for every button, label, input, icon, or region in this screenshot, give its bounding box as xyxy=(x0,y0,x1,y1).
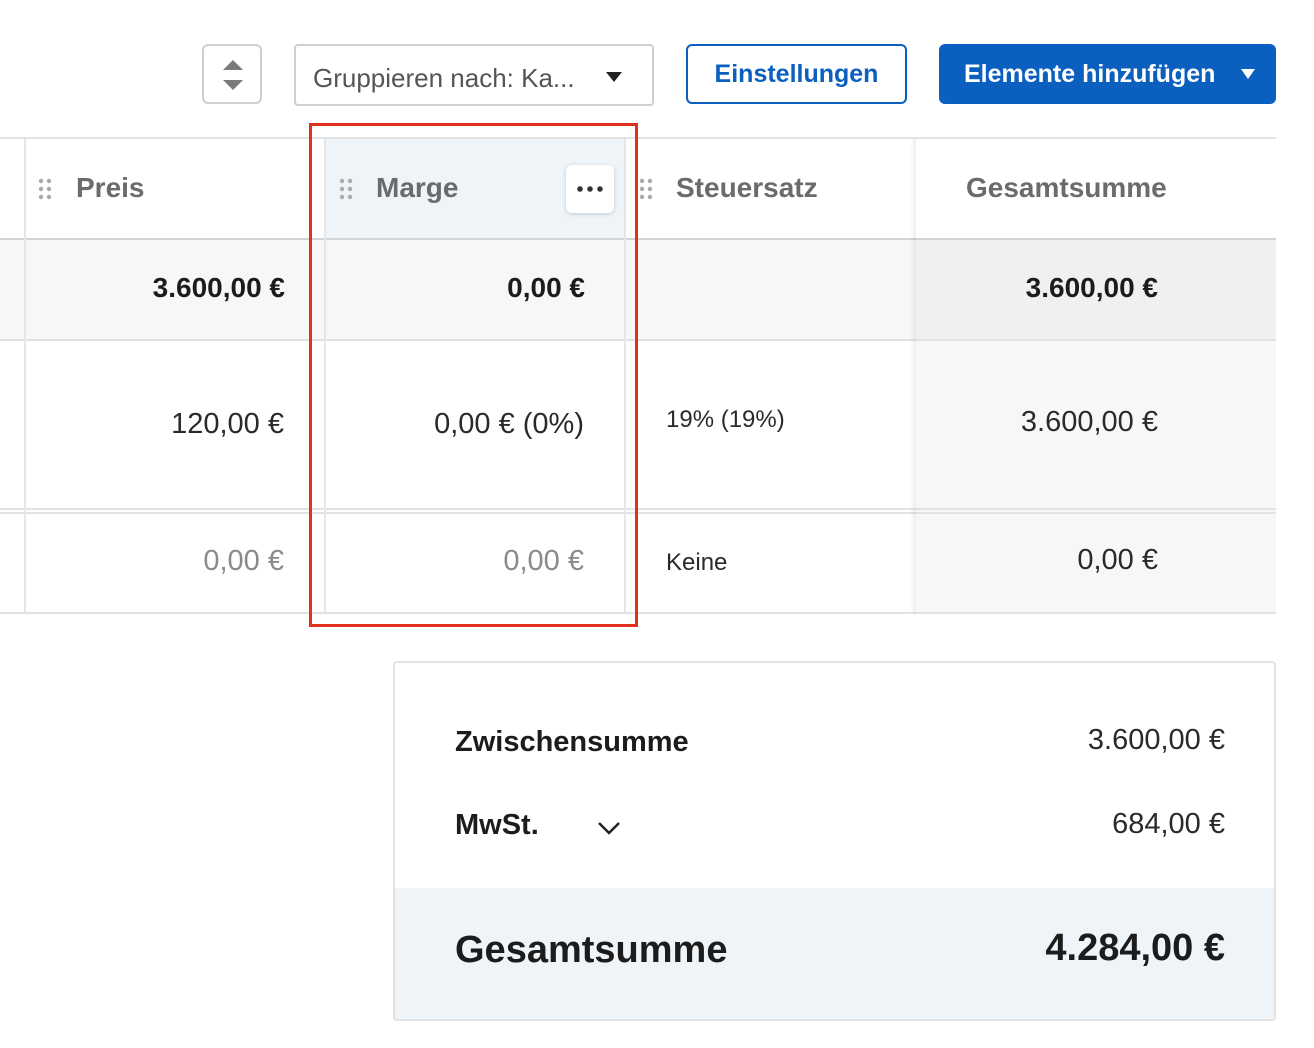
group-by-value: Gruppieren nach: Ka... xyxy=(313,63,575,93)
row-2-margin[interactable]: 0,00 € xyxy=(326,545,584,578)
sort-arrows-icon xyxy=(223,60,243,90)
settings-button[interactable]: Einstellungen xyxy=(686,44,907,104)
vat-value: 684,00 € xyxy=(1112,808,1225,840)
column-header-steuersatz[interactable]: Steuersatz xyxy=(676,172,818,204)
row-divider xyxy=(0,512,1276,514)
marge-column-drag-handle[interactable] xyxy=(339,178,353,205)
row-2-tax[interactable]: Keine xyxy=(666,549,727,577)
drag-handle-icon xyxy=(38,178,52,200)
row-2-price[interactable]: 0,00 € xyxy=(26,545,284,578)
column-divider xyxy=(24,139,26,613)
group-by-select[interactable]: Gruppieren nach: Ka... xyxy=(294,44,654,106)
chevron-down-icon xyxy=(597,821,620,835)
preis-column-drag-handle[interactable] xyxy=(38,178,52,205)
row-1-total: 3.600,00 € xyxy=(1020,406,1158,438)
column-options-button[interactable] xyxy=(566,165,614,213)
add-items-button[interactable]: Elemente hinzufügen xyxy=(939,44,1276,104)
sticky-column-shadow xyxy=(910,139,916,613)
grand-total-value: 4.284,00 € xyxy=(1045,927,1225,969)
row-1-price[interactable]: 120,00 € xyxy=(26,408,284,441)
row-1-tax[interactable]: 19% (19%) xyxy=(666,406,785,434)
subtotal-value: 3.600,00 € xyxy=(1087,724,1225,756)
totals-summary-panel: Zwischensumme 3.600,00 € MwSt. 684,00 € … xyxy=(393,661,1276,1021)
grand-total-label: Gesamtsumme xyxy=(455,929,728,971)
header-bottom-border xyxy=(0,238,1276,240)
column-header-marge[interactable]: Marge xyxy=(376,172,458,204)
row-divider xyxy=(0,339,1276,341)
caret-down-icon xyxy=(606,72,622,82)
subtotal-label: Zwischensumme xyxy=(455,726,689,758)
drag-handle-icon xyxy=(339,178,353,200)
column-header-preis[interactable]: Preis xyxy=(76,172,145,204)
steuersatz-column-drag-handle[interactable] xyxy=(639,178,653,205)
caret-down-icon xyxy=(1241,69,1255,79)
group-row-margin: 0,00 € xyxy=(507,272,585,303)
row-divider xyxy=(0,508,1276,510)
more-horizontal-icon xyxy=(577,186,603,192)
table-top-border xyxy=(0,137,1276,139)
add-items-label: Elemente hinzufügen xyxy=(964,60,1216,88)
row-2-total: 0,00 € xyxy=(1077,544,1158,576)
vat-toggle[interactable]: MwSt. xyxy=(455,809,621,842)
drag-handle-icon xyxy=(639,178,653,200)
sort-toggle-button[interactable] xyxy=(202,44,262,104)
group-row-total: 3.600,00 € xyxy=(1025,272,1158,303)
grand-total-band: Gesamtsumme 4.284,00 € xyxy=(395,888,1274,1019)
column-divider xyxy=(624,139,626,613)
table-bottom-border xyxy=(0,612,1276,614)
column-divider xyxy=(324,139,326,613)
column-header-gesamtsumme[interactable]: Gesamtsumme xyxy=(966,172,1167,204)
row-1-margin[interactable]: 0,00 € (0%) xyxy=(326,408,584,441)
group-row-price: 3.600,00 € xyxy=(152,272,285,303)
vat-label: MwSt. xyxy=(455,809,539,841)
